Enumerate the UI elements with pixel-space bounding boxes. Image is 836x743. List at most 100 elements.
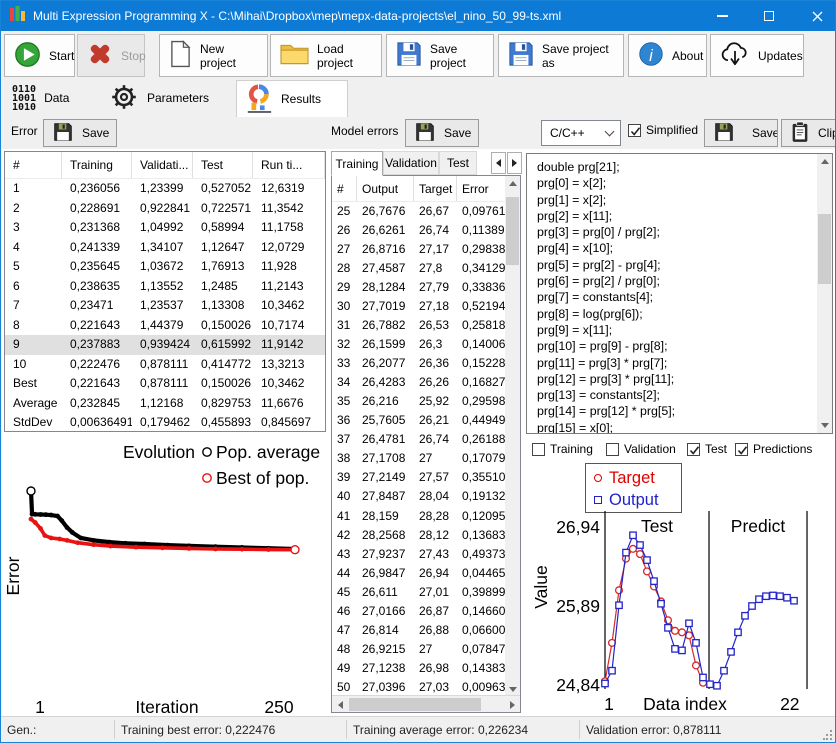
model-errors-row[interactable]: 3927,214927,570,355103 [332,468,520,487]
model-errors-row[interactable]: 2827,458727,80,341298 [332,259,520,278]
model-errors-hscrollbar[interactable] [332,695,520,712]
tab-scroll-right-button[interactable] [507,152,522,174]
code-panel[interactable]: double prg[21];prg[0] = x[2];prg[1] = x[… [526,153,833,434]
minimize-button[interactable] [701,1,743,31]
cloud-download-icon [720,41,750,71]
toggle-validation[interactable]: Validation [606,442,676,456]
load-project-button[interactable]: Load project [270,34,382,77]
copy-to-clipboard-button[interactable]: Clipboard [781,119,836,147]
runs-table-row[interactable]: 60,2386351,135521,248511,2143 [5,277,325,297]
scroll-left-icon[interactable] [332,697,348,712]
save-model-errors-button[interactable]: Save [405,119,479,147]
save-error-button[interactable]: Save [43,119,117,147]
updates-button[interactable]: Updates [710,34,804,77]
model-errors-row[interactable]: 4327,923727,430,493738 [332,545,520,564]
save-project-as-button[interactable]: Save project as [498,34,624,77]
scroll-down-icon[interactable] [817,418,832,433]
model-errors-row[interactable]: 3027,701927,180,521945 [332,297,520,316]
model-errors-label: Model errors [331,124,398,138]
scroll-up-icon[interactable] [505,176,520,191]
new-project-button[interactable]: New project [159,34,268,77]
toggle-test[interactable]: Test [687,442,727,456]
model-errors-row[interactable]: 2928,128427,790,338365 [332,278,520,297]
model-errors-row[interactable]: 4426,984726,940,044650 [332,564,520,583]
scroll-up-icon[interactable] [817,154,832,169]
scroll-right-icon[interactable] [504,697,520,712]
svg-text:Iteration: Iteration [135,697,198,716]
runs-table-row[interactable]: 40,2413391,341071,1264712,0729 [5,238,325,258]
runs-table-row[interactable]: 70,234711,235371,1330810,3462 [5,296,325,316]
stop-icon [87,41,113,70]
model-errors-row[interactable]: 2726,871627,170,298384 [332,240,520,259]
model-errors-row[interactable]: 4526,61127,010,398998 [332,583,520,602]
checkbox-icon [532,443,545,456]
model-errors-vscrollbar[interactable] [505,176,520,697]
model-errors-row[interactable]: 4826,9215270,078470 [332,640,520,659]
runs-table-row[interactable]: StdDev0,006364910,1794620,4558930,845697 [5,413,325,432]
status-training-average-error: Training average error: 0,226234 [353,723,528,737]
about-button[interactable]: i About [628,34,707,77]
runs-table-row[interactable]: Average0,2328451,121680,82975311,6676 [5,394,325,414]
nav-results[interactable]: Results [236,80,348,117]
svg-text:Evolution: Evolution [123,442,195,462]
runs-table-row[interactable]: 90,2378830,9394240,61599211,9142 [5,335,325,355]
model-errors-row[interactable]: 4726,81426,880,066008 [332,621,520,640]
code-line: prg[14] = prg[12] * prg[5]; [537,403,832,419]
stop-button[interactable]: Stop [77,34,145,77]
model-errors-row[interactable]: 3726,478126,740,261882 [332,430,520,449]
model-errors-row[interactable]: 4627,016626,870,146609 [332,602,520,621]
model-errors-row[interactable]: 3126,788226,530,258182 [332,316,520,335]
start-button[interactable]: Start [4,34,75,77]
runs-table-row[interactable]: 50,2356451,036721,7691311,928 [5,257,325,277]
model-errors-row[interactable]: 4927,123826,980,143835 [332,659,520,678]
model-errors-row[interactable]: 3526,21625,920,295984 [332,392,520,411]
save-as-floppy-icon [508,41,534,70]
runs-table-row[interactable]: 10,2360561,233990,52705212,6319 [5,179,325,199]
save-project-button[interactable]: Save project [386,34,494,77]
svg-text:Best of pop.: Best of pop. [216,468,309,488]
close-button[interactable] [797,1,836,31]
model-errors-row[interactable]: 3426,428326,260,168276 [332,373,520,392]
model-errors-header: # Output Target Error [332,176,520,202]
code-line: prg[2] = x[11]; [537,208,832,224]
runs-table-row[interactable]: 100,2224760,8781110,41477213,3213 [5,355,325,375]
floppy-icon [415,122,435,145]
language-select[interactable]: C/C++ [541,120,621,146]
runs-table-row[interactable]: 30,2313681,049920,5899411,1758 [5,218,325,238]
tab-training[interactable]: Training [331,151,383,176]
code-vscrollbar[interactable] [817,154,832,433]
model-errors-row[interactable]: 3326,207726,360,152287 [332,354,520,373]
tab-validation[interactable]: Validation [383,151,439,175]
resize-grip[interactable] [823,730,833,740]
model-errors-row[interactable]: 4027,848728,040,191323 [332,487,520,506]
model-errors-row[interactable]: 3827,1708270,170794 [332,449,520,468]
checkbox-icon [628,124,641,137]
folder-icon [280,42,309,69]
model-errors-row[interactable]: 3625,760526,210,449498 [332,411,520,430]
model-errors-row[interactable]: 3226,159926,30,140062 [332,335,520,354]
tab-test[interactable]: Test [439,151,477,175]
model-errors-row[interactable]: 2626,626126,740,113891 [332,221,520,240]
runs-table-row[interactable]: 80,2216431,443790,15002610,7174 [5,316,325,336]
simplified-checkbox[interactable]: Simplified [628,123,698,137]
new-page-icon [169,40,192,71]
code-line: prg[6] = prg[2] / prg[0]; [537,273,832,289]
model-errors-row[interactable]: 5027,039627,030,009634 [332,678,520,697]
runs-table-row[interactable]: 20,2286910,9228410,72257111,3542 [5,199,325,219]
svg-text:Test: Test [641,516,673,536]
runs-table-row[interactable]: Best0,2216430,8781110,15002610,3462 [5,374,325,394]
binary-data-icon: 0110 1001 1010 [12,85,36,112]
model-errors-row[interactable]: 2526,767626,670,097612 [332,202,520,221]
nav-parameters[interactable]: Parameters [101,80,233,116]
maximize-button[interactable] [748,1,790,31]
toggle-training[interactable]: Training [532,442,593,456]
toggle-predictions[interactable]: Predictions [735,442,812,456]
save-code-button[interactable]: Save [704,119,778,147]
code-line: prg[3] = prg[0] / prg[2]; [537,224,832,240]
model-errors-row[interactable]: 4128,15928,280,120951 [332,507,520,526]
tab-scroll-left-button[interactable] [491,152,506,174]
nav-data[interactable]: 0110 1001 1010 Data [4,80,96,116]
model-errors-row[interactable]: 4228,256828,120,136832 [332,526,520,545]
svg-text:Value: Value [531,565,551,608]
code-line: prg[15] = x[0]; [537,420,832,434]
